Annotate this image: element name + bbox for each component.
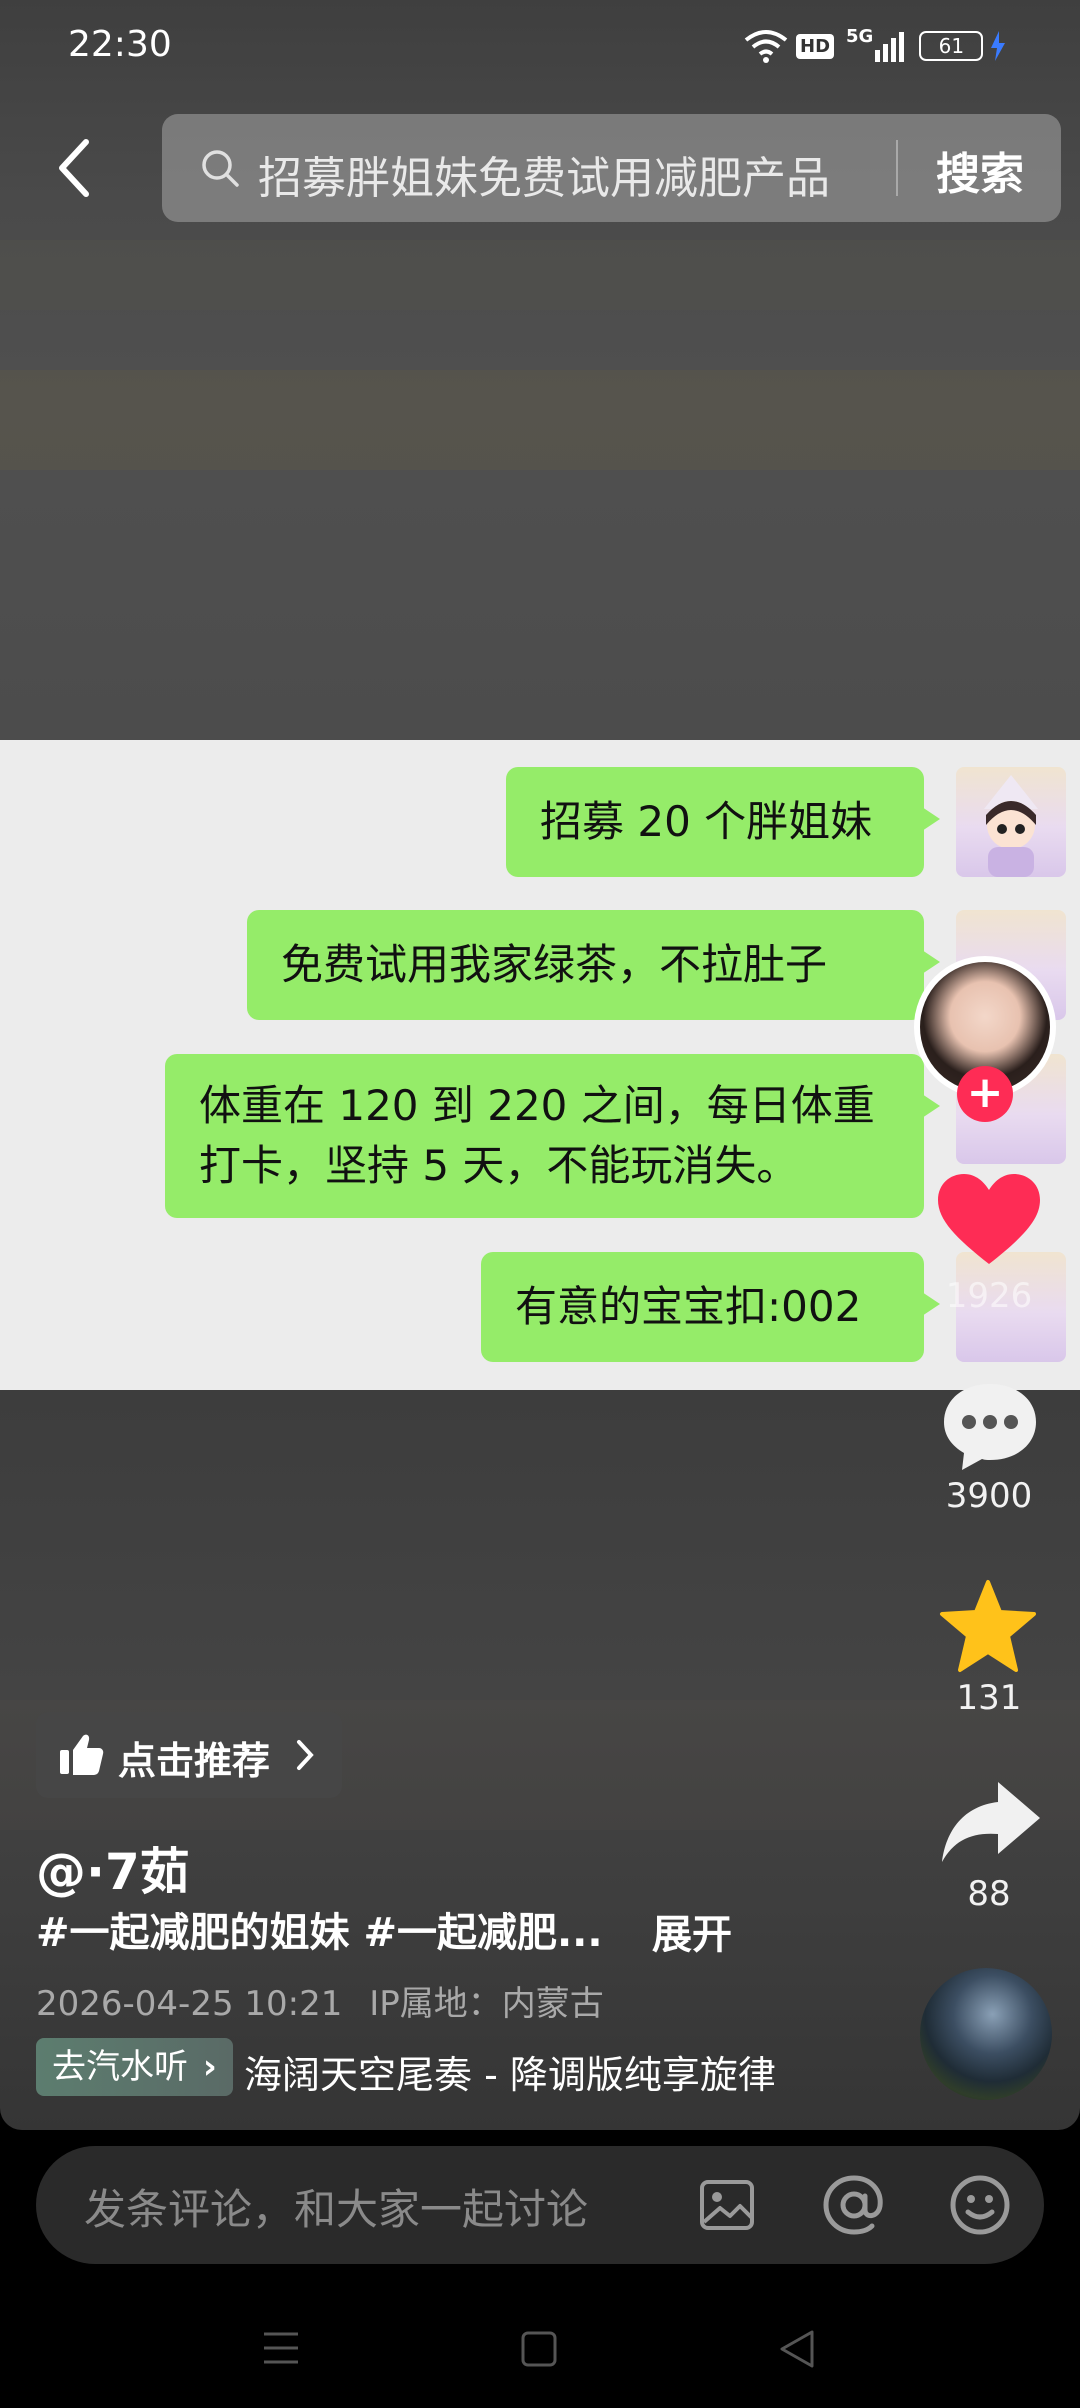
- battery-icon: 61: [919, 31, 984, 61]
- author-name[interactable]: @·7茹: [36, 1832, 190, 1904]
- heart-icon[interactable]: [936, 1172, 1042, 1268]
- music-title[interactable]: 海阔天空尾奏 - 降调版纯享旋律: [244, 2044, 776, 2099]
- signal-icon: [875, 32, 905, 62]
- chat-message: 体重在 120 到 220 之间，每日体重: [199, 1081, 875, 1130]
- at-icon[interactable]: [822, 2174, 886, 2236]
- home-icon[interactable]: [520, 2330, 558, 2368]
- chat-avatar: [956, 767, 1066, 877]
- comment-input-bar[interactable]: 发条评论，和大家一起讨论: [36, 2146, 1044, 2264]
- comment-icon[interactable]: [940, 1380, 1040, 1472]
- system-nav-bar: [0, 2290, 1080, 2408]
- star-icon[interactable]: [938, 1578, 1038, 1674]
- back-triangle-icon[interactable]: [778, 2328, 816, 2370]
- post-caption[interactable]: #一起减肥的姐妹 #一起减肥...: [36, 1900, 603, 1958]
- search-divider: [896, 140, 898, 196]
- charging-icon: [991, 31, 1006, 61]
- status-time: 22:30: [68, 24, 172, 65]
- like-count: 1926: [945, 1276, 1033, 1316]
- menu-icon[interactable]: [262, 2330, 300, 2366]
- thumb-up-icon: [60, 1734, 104, 1775]
- comment-count: 3900: [945, 1476, 1033, 1516]
- back-icon: [59, 139, 89, 197]
- recommend-button[interactable]: 点击推荐: [36, 1712, 342, 1798]
- share-icon[interactable]: [938, 1778, 1042, 1866]
- music-tag-button[interactable]: 去汽水听 ›: [36, 2038, 233, 2096]
- chat-message: 打卡，坚持 5 天，不能玩消失。: [199, 1141, 799, 1190]
- chevron-right-icon: ›: [202, 2047, 217, 2087]
- chevron-right-icon: [297, 1740, 314, 1770]
- expand-button[interactable]: 展开: [652, 1902, 732, 1960]
- follow-button[interactable]: +: [957, 1066, 1013, 1122]
- music-disc[interactable]: [920, 1968, 1052, 2100]
- ip-location: IP属地：内蒙古: [369, 1984, 604, 2024]
- chat-bubble: 免费试用我家绿茶，不拉肚子: [247, 910, 940, 1020]
- back-button[interactable]: [50, 130, 110, 210]
- hd-badge: HD: [796, 33, 835, 59]
- post-date: 2026-04-25 10:21: [36, 1984, 343, 2024]
- chat-message: 免费试用我家绿茶，不拉肚子: [281, 940, 828, 989]
- video-blur-band: [0, 370, 1080, 470]
- chat-bubble: 招募 20 个胖姐妹: [506, 767, 940, 877]
- chat-message: 招募 20 个胖姐妹: [540, 797, 873, 846]
- chat-bubble: 体重在 120 到 220 之间，每日体重 打卡，坚持 5 天，不能玩消失。: [165, 1054, 940, 1218]
- search-button[interactable]: 搜索: [936, 138, 1024, 202]
- favorite-count: 131: [956, 1678, 1022, 1718]
- search-bar[interactable]: 招募胖姐妹免费试用减肥产品 搜索: [162, 114, 1061, 222]
- search-input[interactable]: 招募胖姐妹免费试用减肥产品: [258, 142, 830, 206]
- chat-image: 招募 20 个胖姐妹 免费试用我家绿茶，不拉肚子 体重在 120 到 220 之…: [0, 740, 1080, 1390]
- share-count: 88: [967, 1874, 1011, 1914]
- search-icon: [202, 150, 239, 187]
- wifi-icon: [744, 30, 788, 63]
- recommend-label: 点击推荐: [118, 1739, 271, 1783]
- chat-avatar-icon: [984, 775, 1038, 877]
- network-label: 5G: [846, 25, 874, 47]
- status-icons: HD 5G 61: [744, 26, 1007, 66]
- music-tag-label: 去汽水听: [52, 2047, 188, 2087]
- image-icon[interactable]: [698, 2176, 756, 2234]
- chat-bubble: 有意的宝宝扣:002: [481, 1252, 940, 1362]
- emoji-icon[interactable]: [948, 2174, 1012, 2236]
- comment-input[interactable]: 发条评论，和大家一起讨论: [84, 2176, 588, 2237]
- chat-message: 有意的宝宝扣:002: [515, 1282, 862, 1331]
- post-meta: 2026-04-25 10:21 IP属地：内蒙古: [36, 1976, 604, 2025]
- video-blur-band: [0, 240, 1080, 310]
